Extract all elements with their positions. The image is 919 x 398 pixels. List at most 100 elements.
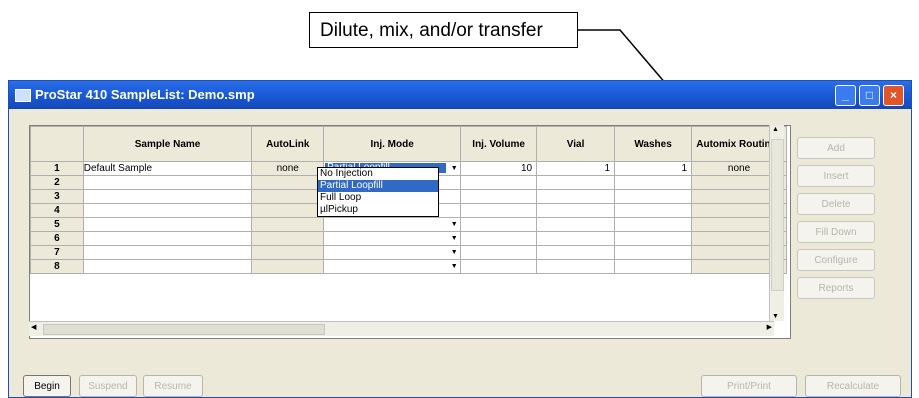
horizontal-scroll-thumb[interactable]: [43, 324, 325, 335]
autolink-cell[interactable]: none: [251, 161, 325, 176]
inj-mode-select[interactable]: ▼: [325, 233, 460, 245]
table-row[interactable]: 7 ▼: [30, 245, 787, 260]
inj-mode-select[interactable]: ▼: [325, 219, 460, 231]
inj-mode-cell[interactable]: ▼: [323, 231, 462, 246]
inj-volume-cell[interactable]: [460, 203, 538, 218]
inj-volume-cell[interactable]: [460, 217, 538, 232]
inj-volume-cell[interactable]: [460, 189, 538, 204]
fill-down-button[interactable]: Fill Down: [797, 221, 875, 243]
inj-mode-dropdown-list[interactable]: No Injection Partial Loopfill Full Loop µlP…: [317, 167, 439, 217]
chevron-down-icon[interactable]: ▼: [449, 233, 459, 245]
inj-volume-cell[interactable]: [460, 175, 538, 190]
row-number-cell: 7: [30, 245, 84, 260]
recalculate-button[interactable]: Recalculate: [805, 375, 901, 397]
inj-volume-cell[interactable]: 10: [460, 161, 538, 176]
sample-name-cell[interactable]: [82, 189, 253, 204]
autolink-cell[interactable]: [251, 231, 325, 246]
col-header-row-number: [30, 126, 84, 162]
inj-mode-cell[interactable]: ▼: [323, 217, 462, 232]
autolink-cell[interactable]: [251, 203, 325, 218]
scroll-right-icon[interactable]: ▶: [767, 323, 772, 331]
washes-cell[interactable]: [614, 203, 693, 218]
chevron-down-icon[interactable]: ▼: [449, 261, 459, 273]
sample-name-cell[interactable]: [82, 217, 253, 232]
row-number-cell: 8: [30, 259, 84, 274]
vertical-scrollbar[interactable]: ▲ ▼: [769, 125, 784, 321]
sample-name-cell[interactable]: [82, 231, 253, 246]
table-row[interactable]: 5 ▼: [30, 217, 787, 232]
chevron-down-icon[interactable]: ▼: [449, 247, 459, 259]
delete-button[interactable]: Delete: [797, 193, 875, 215]
vial-cell[interactable]: [536, 175, 616, 190]
vial-cell[interactable]: [536, 217, 616, 232]
sample-name-cell[interactable]: [82, 259, 253, 274]
print-button[interactable]: Print/Print: [701, 375, 797, 397]
close-icon[interactable]: ×: [883, 85, 904, 106]
dropdown-option[interactable]: µlPickup: [318, 204, 438, 216]
table-row[interactable]: 6 ▼: [30, 231, 787, 246]
maximize-icon[interactable]: □: [859, 85, 880, 106]
vial-cell[interactable]: [536, 245, 616, 260]
sample-name-cell[interactable]: [82, 175, 253, 190]
window-title: ProStar 410 SampleList: Demo.smp: [35, 87, 255, 102]
autolink-cell[interactable]: [251, 217, 325, 232]
row-number-cell: 4: [30, 203, 84, 218]
table-row[interactable]: 8 ▼: [30, 259, 787, 274]
minimize-icon[interactable]: _: [835, 85, 856, 106]
chevron-down-icon[interactable]: ▼: [449, 163, 459, 175]
vertical-scroll-thumb[interactable]: [771, 139, 784, 291]
row-number-cell: 5: [30, 217, 84, 232]
washes-cell[interactable]: [614, 217, 693, 232]
inj-volume-cell[interactable]: [460, 259, 538, 274]
title-bar[interactable]: ProStar 410 SampleList: Demo.smp _ □ ×: [9, 81, 911, 109]
dropdown-option[interactable]: Full Loop: [318, 192, 438, 204]
scroll-up-icon[interactable]: ▲: [772, 126, 779, 133]
inj-mode-select[interactable]: ▼: [325, 261, 460, 273]
washes-cell[interactable]: [614, 189, 693, 204]
col-header-washes[interactable]: Washes: [614, 126, 693, 162]
resume-button[interactable]: Resume: [143, 375, 203, 397]
inj-mode-cell[interactable]: ▼: [323, 259, 462, 274]
sample-name-cell[interactable]: [82, 245, 253, 260]
vial-cell[interactable]: [536, 231, 616, 246]
col-header-autolink[interactable]: AutoLink: [251, 126, 325, 162]
row-number-cell: 3: [30, 189, 84, 204]
autolink-cell[interactable]: [251, 259, 325, 274]
col-header-inj-mode[interactable]: Inj. Mode: [323, 126, 462, 162]
scroll-left-icon[interactable]: ◀: [31, 323, 36, 331]
sample-name-cell[interactable]: [82, 203, 253, 218]
autolink-cell[interactable]: [251, 245, 325, 260]
inj-mode-select[interactable]: ▼: [325, 247, 460, 259]
autolink-cell[interactable]: [251, 189, 325, 204]
inj-mode-cell[interactable]: ▼: [323, 245, 462, 260]
dropdown-option[interactable]: Partial Loopfill: [318, 180, 438, 192]
insert-button[interactable]: Insert: [797, 165, 875, 187]
app-icon: [15, 89, 31, 102]
autolink-cell[interactable]: [251, 175, 325, 190]
vial-cell[interactable]: [536, 203, 616, 218]
washes-cell[interactable]: [614, 175, 693, 190]
configure-button[interactable]: Configure: [797, 249, 875, 271]
reports-button[interactable]: Reports: [797, 277, 875, 299]
col-header-vial[interactable]: Vial: [536, 126, 616, 162]
col-header-sample-name[interactable]: Sample Name: [82, 126, 253, 162]
washes-cell[interactable]: [614, 245, 693, 260]
sample-name-cell[interactable]: Default Sample: [82, 161, 253, 176]
suspend-button[interactable]: Suspend: [79, 375, 137, 397]
washes-cell[interactable]: [614, 231, 693, 246]
inj-volume-cell[interactable]: [460, 245, 538, 260]
washes-cell[interactable]: [614, 259, 693, 274]
horizontal-scrollbar[interactable]: ◀ ▶: [29, 321, 774, 336]
inj-volume-cell[interactable]: [460, 231, 538, 246]
vial-cell[interactable]: [536, 189, 616, 204]
add-button[interactable]: Add: [797, 137, 875, 159]
sample-grid: Sample Name AutoLink Inj. Mode Inj. Volu…: [29, 125, 791, 339]
begin-button[interactable]: Begin: [23, 375, 71, 397]
dropdown-option[interactable]: No Injection: [318, 168, 438, 180]
col-header-inj-volume[interactable]: Inj. Volume: [460, 126, 538, 162]
washes-cell[interactable]: 1: [614, 161, 693, 176]
scroll-down-icon[interactable]: ▼: [772, 313, 779, 320]
vial-cell[interactable]: 1: [536, 161, 616, 176]
chevron-down-icon[interactable]: ▼: [449, 219, 459, 231]
vial-cell[interactable]: [536, 259, 616, 274]
